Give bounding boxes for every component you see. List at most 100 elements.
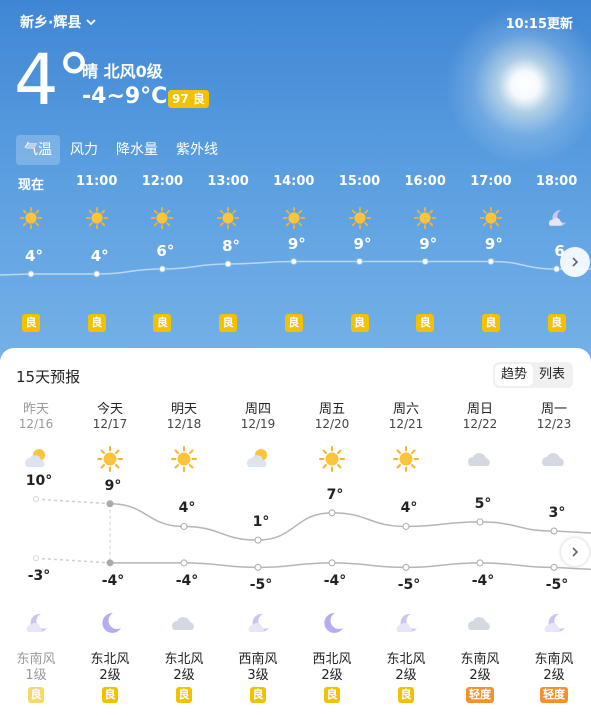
day-name-label: 周五: [318, 402, 345, 417]
day-aqi-badge: 良: [398, 687, 414, 703]
sun-icon: [479, 206, 503, 230]
hourly-temp-point: [158, 265, 166, 273]
today-temp-point: [107, 500, 113, 507]
sun-icon: [171, 446, 197, 472]
tab-3[interactable]: 紫外线: [168, 135, 226, 165]
high-temp-point: [550, 527, 558, 535]
hour-weather: [545, 206, 569, 230]
day-aqi-badge: 良: [324, 687, 340, 703]
past-high-segment: [35, 498, 111, 505]
day-date-label: 12/16: [18, 417, 54, 431]
day-weather: [540, 446, 568, 472]
hourly-next-button[interactable]: [560, 247, 590, 277]
cloud-icon: [468, 617, 490, 630]
cloud-icon: [172, 617, 194, 630]
wind-level-label: 2级: [395, 668, 417, 683]
hourly-temp-point: [487, 258, 495, 265]
day-name-label: 周四: [244, 402, 271, 417]
wind-level-label: 3级: [247, 668, 269, 683]
high-temp-point: [33, 496, 39, 503]
sun-icon: [19, 206, 43, 230]
hour-aqi-badge: 良: [481, 314, 500, 332]
high-temp-curve: [109, 502, 591, 541]
sun-icon: [85, 206, 108, 230]
location-selector[interactable]: 新乡·辉县: [20, 12, 97, 32]
hour-aqi-badge: 良: [22, 314, 40, 332]
high-temp-point: [180, 522, 188, 530]
day-date-label: 12/21: [388, 417, 424, 431]
night-weather: [540, 610, 568, 636]
hour-time-label: 13:00: [207, 174, 249, 189]
past-low-segment: [35, 557, 111, 564]
day-weather: [244, 446, 272, 472]
day-weather: [170, 446, 198, 472]
location-name: 新乡·辉县: [20, 15, 82, 31]
list-view-button[interactable]: 列表: [533, 364, 571, 386]
aqi-badge[interactable]: 97 良: [168, 90, 209, 108]
low-temp-point: [33, 555, 39, 562]
night-weather: [318, 610, 346, 636]
weather-description: 晴 北风0级: [82, 62, 163, 81]
wind-level-label: 2级: [469, 668, 491, 683]
hour-time-label: 12:00: [141, 174, 184, 189]
high-temp-point: [476, 518, 484, 526]
sun-icon: [414, 206, 437, 230]
daily-next-button[interactable]: [561, 538, 589, 566]
hourly-temp-point: [553, 265, 561, 273]
night-weather: [392, 610, 420, 636]
wind-level-label: 2级: [321, 668, 343, 683]
hour-time-label: 现在: [17, 178, 44, 193]
update-time: 10:15更新: [505, 17, 573, 32]
low-temp-point: [476, 559, 484, 567]
day-date-label: 12/18: [166, 417, 202, 431]
hourly-temp-point: [27, 270, 35, 278]
day-name-label: 周一: [540, 402, 567, 417]
day-date-label: 12/17: [92, 417, 128, 431]
hour-time-label: 11:00: [75, 174, 118, 189]
wind-level-label: 2级: [173, 668, 195, 683]
hour-time-label: 18:00: [535, 174, 578, 189]
partly-cloudy-icon: [24, 449, 45, 467]
tab-0[interactable]: 气温: [16, 135, 60, 165]
hour-weather: [413, 206, 437, 230]
temperature-range: -4~9°C: [82, 84, 168, 109]
hour-time-label: 14:00: [273, 174, 315, 189]
moon-icon: [396, 613, 417, 632]
low-temp-point: [180, 559, 188, 567]
night-weather: [170, 610, 198, 636]
hour-aqi-badge: 良: [416, 314, 435, 332]
tab-1[interactable]: 风力: [62, 135, 106, 165]
day-name-label: 今天: [96, 402, 123, 417]
hourly-temp-line: [0, 258, 591, 278]
day-date-label: 12/20: [314, 417, 350, 431]
hour-weather: [19, 206, 43, 230]
moon-icon: [26, 613, 47, 632]
day-date-label: 12/22: [462, 417, 498, 431]
day-weather: [392, 446, 420, 472]
current-temperature: 4°: [14, 39, 92, 121]
night-weather: [96, 610, 124, 636]
day-name-label: 周六: [392, 402, 419, 417]
day-aqi-badge: 良: [102, 687, 118, 703]
day-weather: [466, 446, 494, 472]
daily-temp-chart: [33, 496, 591, 571]
moon-icon: [544, 613, 565, 632]
day-date-label: 12/19: [240, 417, 276, 431]
hour-aqi-badge: 良: [547, 314, 566, 332]
hour-time-label: 16:00: [404, 174, 446, 189]
tab-2[interactable]: 降水量: [108, 135, 166, 165]
hour-aqi-badge: 良: [219, 314, 238, 332]
cloud-icon: [468, 453, 490, 466]
wind-level-label: 2级: [99, 668, 121, 683]
metric-tabs: 气温 风力 降水量 紫外线: [16, 135, 228, 165]
low-temp-point: [328, 559, 336, 567]
hourly-temp-point: [421, 258, 429, 265]
trend-view-button[interactable]: 趋势: [495, 364, 534, 386]
forecast-title: 15天预报: [16, 368, 81, 386]
chevron-down-icon: [86, 19, 96, 26]
day-aqi-badge: 良: [28, 687, 44, 703]
night-weather: [22, 610, 50, 636]
low-temp-point: [254, 563, 262, 571]
chevron-right-icon: [572, 257, 579, 267]
night-weather: [466, 610, 494, 636]
